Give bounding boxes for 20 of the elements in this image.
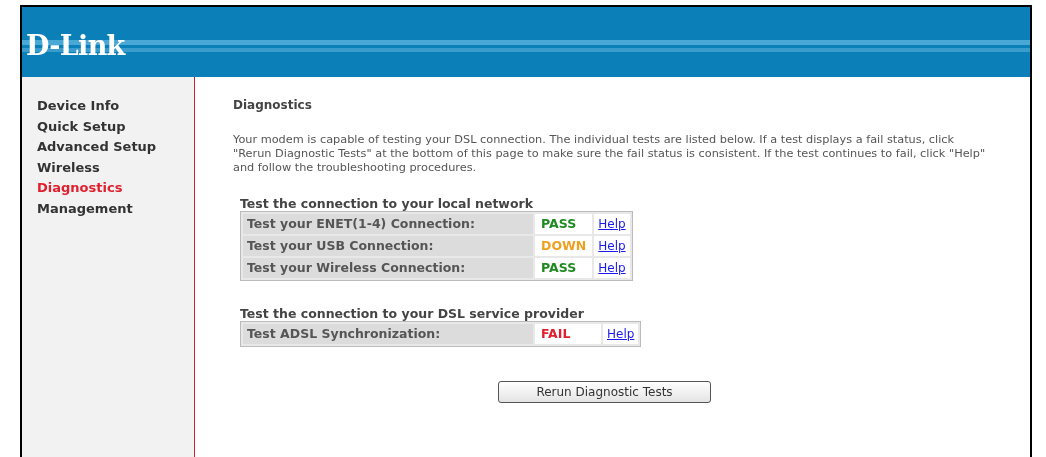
sidebar-item[interactable]: Management	[37, 198, 133, 219]
sidebar-item[interactable]: Quick Setup	[37, 116, 126, 137]
rerun-button[interactable]: Rerun Diagnostic Tests	[498, 381, 711, 403]
intro-paragraph: Your modem is capable of testing your DSL connection. The individual tests are listed below. If a test displays a fail status, click "Rerun Diagnostic Tests" at the bottom of this page to make sure the fail status is consistent. If the test continues to fail, click "Help" and follow the troubleshooting procedures.	[233, 133, 987, 175]
test-status: FAIL	[535, 324, 601, 344]
section-heading: Test the connection to your DSL service provider	[240, 307, 584, 321]
page-title: Diagnostics	[233, 97, 312, 114]
test-label: Test your Wireless Connection:	[243, 258, 533, 278]
section-heading: Test the connection to your local network	[240, 197, 533, 211]
logo: D-Link	[26, 31, 125, 59]
test-label: Test your ENET(1-4) Connection:	[243, 214, 533, 234]
sidebar-item[interactable]: Advanced Setup	[37, 137, 157, 158]
sidebar-item[interactable]: Device Info	[37, 96, 120, 117]
test-label: Test ADSL Synchronization:	[243, 324, 533, 344]
test-status: PASS	[535, 214, 593, 234]
test-label: Test your USB Connection:	[243, 236, 533, 256]
test-status: DOWN	[535, 236, 593, 256]
sidebar-item[interactable]: Diagnostics	[37, 178, 123, 199]
sidebar-item[interactable]: Wireless	[37, 157, 100, 178]
test-status: PASS	[535, 258, 593, 278]
